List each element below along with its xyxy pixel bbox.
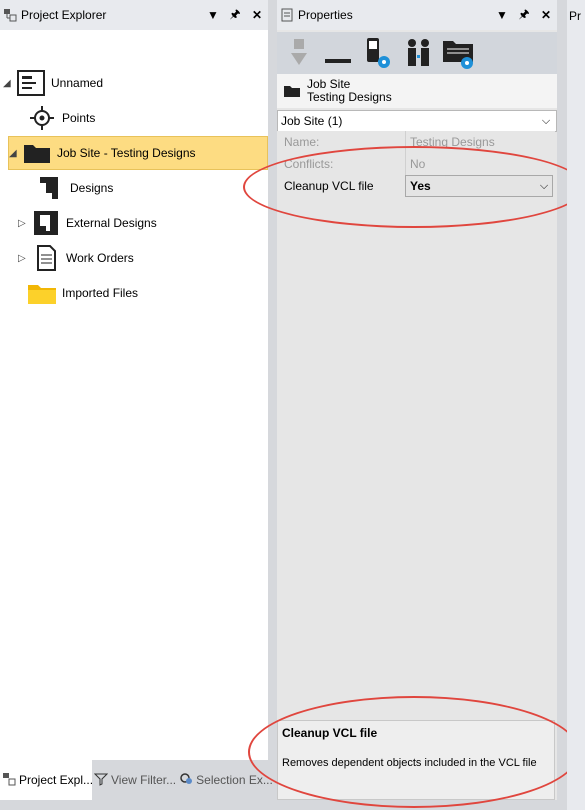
tree-node-label: Points: [62, 111, 96, 125]
designs-icon: [34, 174, 66, 202]
project-explorer-titlebar: Project Explorer ▼ 🖈 ✕: [0, 0, 268, 30]
tree-node-label: Job Site - Testing Designs: [57, 146, 196, 160]
annotation-ellipse-description: [248, 696, 580, 808]
tree-node-label: Unnamed: [51, 76, 104, 90]
external-designs-icon: [30, 209, 62, 237]
people-icon[interactable]: [401, 35, 437, 71]
tab-project-explorer[interactable]: Project Expl...: [0, 760, 94, 800]
properties-icon: [280, 8, 294, 22]
move-down-icon[interactable]: [281, 35, 317, 71]
tree-node-label: Imported Files: [62, 286, 139, 300]
tab-label: View Filter...: [111, 773, 177, 787]
tree-node-label: External Designs: [66, 216, 157, 230]
properties-titlebar: Properties ▼ 🖈 ✕: [277, 0, 557, 30]
project-explorer-icon: [2, 772, 16, 789]
adjacent-panel-strip: Pr: [567, 0, 585, 810]
tree-node-job-site[interactable]: ◢ Job Site - Testing Designs: [8, 136, 268, 170]
folder-icon: [277, 84, 307, 98]
panel-title: Project Explorer: [21, 8, 107, 22]
folder-icon: [21, 139, 53, 167]
object-select[interactable]: Job Site (1) ⌵: [277, 110, 557, 132]
collapse-arrow-icon[interactable]: ◢: [3, 78, 15, 89]
chevron-down-icon[interactable]: ▼: [491, 8, 513, 22]
project-explorer-panel: Project Explorer ▼ 🖈 ✕ ◢ Unnamed Points …: [0, 0, 273, 800]
tree-node-designs[interactable]: Designs: [34, 173, 113, 203]
project-icon: [15, 69, 47, 97]
yellow-folder-icon: [26, 279, 58, 307]
project-tree: ◢ Unnamed Points ◢ Job Site - Testing De…: [0, 32, 268, 752]
tree-node-external-designs[interactable]: ▷ External Designs: [18, 208, 157, 238]
properties-toolbar: [277, 32, 557, 74]
tree-node-unnamed[interactable]: ◢ Unnamed: [3, 68, 103, 98]
tree-node-label: Designs: [70, 181, 114, 195]
chevron-down-icon[interactable]: ⌵: [536, 115, 556, 128]
points-icon: [26, 104, 58, 132]
collapse-arrow-icon[interactable]: ◢: [9, 148, 21, 159]
pin-icon[interactable]: 🖈: [224, 5, 246, 26]
line-icon[interactable]: [321, 35, 357, 71]
pin-icon[interactable]: 🖈: [513, 5, 535, 26]
document-icon: [30, 244, 62, 272]
tab-view-filter[interactable]: View Filter...: [92, 760, 178, 800]
tree-node-label: Work Orders: [66, 251, 134, 265]
selection-icon: [180, 772, 194, 789]
device-settings-icon[interactable]: [361, 35, 397, 71]
annotation-ellipse-properties: [243, 146, 585, 228]
close-icon[interactable]: ✕: [535, 8, 557, 22]
tree-node-work-orders[interactable]: ▷ Work Orders: [18, 243, 134, 273]
tree-node-points[interactable]: Points: [26, 103, 95, 133]
tree-node-imported-files[interactable]: Imported Files: [26, 278, 138, 308]
tab-label: Project Expl...: [19, 773, 94, 787]
close-icon[interactable]: ✕: [246, 8, 268, 22]
adjacent-panel-title: Pr: [569, 9, 581, 23]
tab-label: Selection Ex...: [196, 773, 273, 787]
project-explorer-icon: [3, 8, 17, 22]
selection-header: Job Site Testing Designs: [277, 74, 557, 108]
bottom-tab-strip: Project Expl... View Filter... Selection…: [0, 760, 273, 800]
expand-arrow-icon[interactable]: ▷: [18, 218, 30, 229]
filter-icon: [93, 772, 109, 789]
folder-settings-icon[interactable]: [441, 35, 477, 71]
expand-arrow-icon[interactable]: ▷: [18, 253, 30, 264]
chevron-down-icon[interactable]: ▼: [202, 8, 224, 22]
properties-panel: Properties ▼ 🖈 ✕ Job Site Testing Design…: [277, 0, 557, 800]
panel-title: Properties: [298, 8, 353, 22]
header-name: Testing Designs: [307, 90, 392, 104]
object-select-value: Job Site (1): [281, 114, 343, 128]
